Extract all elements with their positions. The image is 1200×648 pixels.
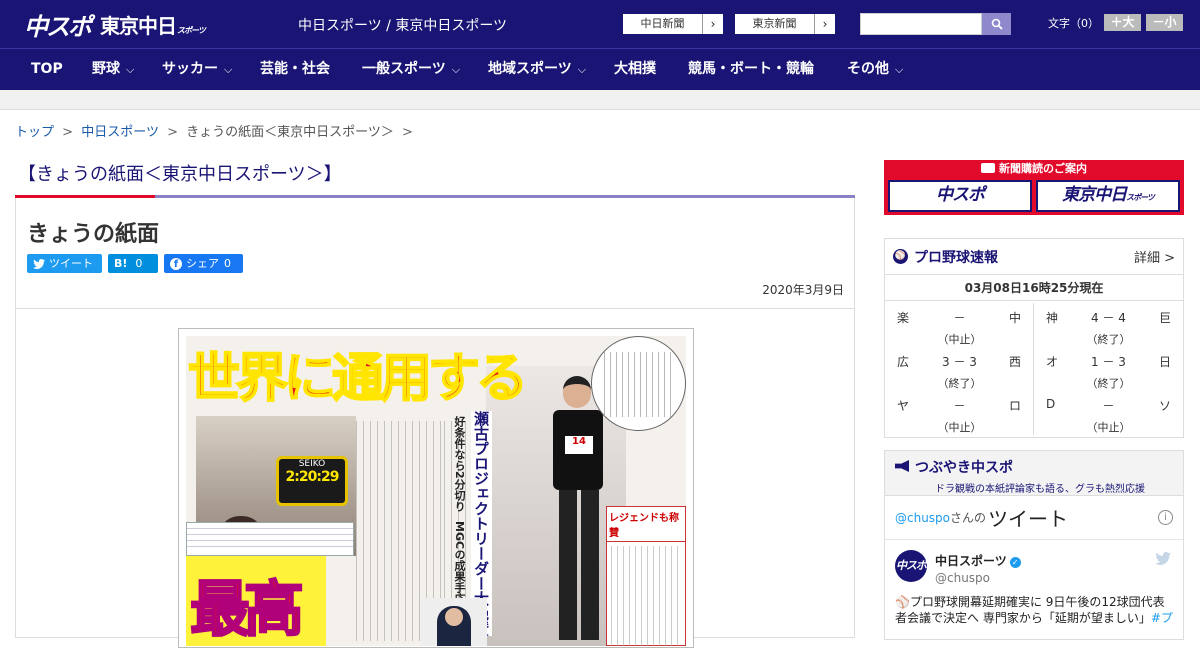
race-clock: SEIKO 2:20:29 xyxy=(276,456,348,506)
megaphone-icon xyxy=(895,460,909,472)
quote-circle xyxy=(591,336,686,431)
avatar[interactable]: 中スポ xyxy=(895,550,927,582)
font-size-label: 文字（0） xyxy=(1048,16,1099,30)
twitter-bird-icon xyxy=(1155,552,1171,569)
hatena-icon: B! xyxy=(114,257,128,270)
twitter-handle-link[interactable]: @chuspo xyxy=(895,511,950,525)
breadcrumb-top[interactable]: トップ xyxy=(15,125,54,140)
game-row[interactable]: 楽－中（中止） xyxy=(885,303,1033,347)
facebook-share-button[interactable]: f シェア 0 xyxy=(164,254,243,273)
tweet-body: ⚾プロ野球開幕延期確実に 9日午後の12球団代表者会議で決定へ 専門家から「延期… xyxy=(895,595,1173,625)
newspaper-headline: 世界に通用する xyxy=(187,348,529,410)
font-larger-button[interactable]: ＋大 xyxy=(1104,14,1141,31)
site-logo[interactable]: 中スポ 東京中日スポーツ xyxy=(24,7,206,42)
chevron-down-icon: ⌵ xyxy=(577,63,587,76)
game-row[interactable]: 神4 － 4 巨（終了） xyxy=(1034,303,1183,347)
tweet-button[interactable]: ツイート xyxy=(27,254,102,273)
chevron-down-icon: ⌵ xyxy=(895,63,904,76)
twitter-widget-header: つぶやき中スポ ドラ観戦の本紙評論家も語る、グラも熱烈応援 xyxy=(885,451,1183,496)
article: きょうの紙面 ツイート B! 0 f シェア 0 2020年3月9日 14 SE… xyxy=(15,198,855,648)
hashtag-link[interactable]: #プ xyxy=(1151,611,1173,625)
newspaper-page: 14 SEIKO 2:20:29 世界に通用する 最高 瀬古プロジェクトリーダー… xyxy=(186,336,686,646)
newspaper-icon xyxy=(981,163,995,173)
chevron-right-icon: › xyxy=(822,17,828,31)
ad-strip xyxy=(0,90,1200,110)
tokyo-shimbun-link[interactable]: 東京新聞 › xyxy=(734,13,836,35)
font-smaller-button[interactable]: －小 xyxy=(1146,14,1183,31)
nav-item-sumo[interactable]: 大相撲 xyxy=(614,49,656,90)
nav-item-entertainment[interactable]: 芸能・社会 xyxy=(260,49,330,90)
nav-item-general-sports[interactable]: 一般スポーツ ⌵ xyxy=(362,49,460,90)
site-title[interactable]: 中日スポーツ / 東京中日スポーツ xyxy=(298,15,507,35)
newspaper-headline-2: 最高 xyxy=(189,574,305,646)
twitter-bird-icon xyxy=(33,258,45,269)
nav-item-baseball[interactable]: 野球 ⌵ xyxy=(92,49,134,90)
newspaper-front-page-image[interactable]: 14 SEIKO 2:20:29 世界に通用する 最高 瀬古プロジェクトリーダー… xyxy=(178,328,694,648)
breadcrumb-current: きょうの紙面＜東京中日スポーツ＞ xyxy=(186,125,394,140)
page-heading: 【きょうの紙面＜東京中日スポーツ＞】 xyxy=(18,164,342,185)
breadcrumb: トップ > 中日スポーツ > きょうの紙面＜東京中日スポーツ＞ > xyxy=(15,125,413,140)
article-date: 2020年3月9日 xyxy=(762,283,844,297)
chevron-right-icon: › xyxy=(710,17,716,31)
nav-item-soccer[interactable]: サッカー ⌵ xyxy=(162,49,232,90)
breadcrumb-chunichi-sports[interactable]: 中日スポーツ xyxy=(81,125,159,140)
results-table xyxy=(186,522,354,556)
tokyo-chunichi-logo[interactable]: 東京中日スポーツ xyxy=(100,10,206,39)
game-row[interactable]: ヤ－ロ（中止） xyxy=(885,391,1033,435)
nav-item-top[interactable]: TOP xyxy=(31,49,63,90)
game-row[interactable]: 広3 － 3 西（終了） xyxy=(885,347,1033,391)
nav-item-racing[interactable]: 競馬・ボート・競輪 xyxy=(688,49,814,90)
twitter-widget-subtitle: ドラ観戦の本紙評論家も語る、グラも熱烈応援 xyxy=(935,484,1145,495)
baseball-scores-title: プロ野球速報 xyxy=(914,249,998,266)
baseball-details-link[interactable]: 詳細 > xyxy=(1134,247,1175,266)
chunichi-shimbun-link[interactable]: 中日新聞 › xyxy=(622,13,724,35)
verified-icon: ✓ xyxy=(1009,557,1021,568)
legend-sidebar: レジェンドも称賛 xyxy=(606,506,686,646)
facebook-icon: f xyxy=(170,257,182,270)
nav-item-local-sports[interactable]: 地域スポーツ ⌵ xyxy=(488,49,586,90)
tweet-author-name[interactable]: 中日スポーツ ✓ xyxy=(935,552,1021,569)
baseball-update-time: 03月08日16時25分現在 xyxy=(885,275,1183,301)
game-row[interactable]: D －ソ（中止） xyxy=(1034,391,1183,435)
baseball-scores-header: ⚾ プロ野球速報 詳細 > xyxy=(885,239,1183,275)
subscription-banner[interactable]: 新聞購読のご案内 中スポ 東京中日スポーツ xyxy=(884,160,1184,215)
baseball-scores-widget: ⚾ プロ野球速報 詳細 > 03月08日16時25分現在 楽－中（中止） 広3 … xyxy=(884,238,1184,438)
search-button[interactable] xyxy=(982,13,1011,35)
game-list: 楽－中（中止） 広3 － 3 西（終了） ヤ－ロ（中止） 神4 － 4 巨（終了） … xyxy=(885,303,1183,435)
chuspo-logo[interactable]: 中スポ xyxy=(24,7,92,42)
font-size-control: 文字（0） ＋大 －小 xyxy=(1048,14,1183,31)
search-icon xyxy=(991,18,1003,30)
nav-item-other[interactable]: その他 ⌵ xyxy=(847,49,903,90)
top-header: 中スポ 東京中日スポーツ 中日スポーツ / 東京中日スポーツ 中日新聞 › 東京… xyxy=(0,0,1200,48)
subscribe-tokyo-chunichi-logo[interactable]: 東京中日スポーツ xyxy=(1036,180,1180,212)
article-divider xyxy=(16,308,854,309)
chevron-down-icon: ⌵ xyxy=(126,63,135,76)
tweets-header: @chuspo さんの ツイート i xyxy=(885,496,1183,540)
subscription-label: 新聞購読のご案内 xyxy=(884,160,1184,178)
search-form xyxy=(860,13,1011,35)
tweet[interactable]: 中スポ 中日スポーツ ✓ @chuspo ⚾プロ野球開幕延期確実に 9日午後の12… xyxy=(885,540,1183,625)
hatena-bookmark-button[interactable]: B! 0 xyxy=(108,254,158,273)
tweet-author-handle[interactable]: @chuspo xyxy=(935,571,990,585)
official-photo xyxy=(421,598,487,646)
newspaper-subheadline-2: 好条件なら2分切り xyxy=(453,416,466,512)
article-title: きょうの紙面 xyxy=(27,222,160,247)
search-input[interactable] xyxy=(860,13,982,35)
main-nav: TOP 野球 ⌵ サッカー ⌵ 芸能・社会 一般スポーツ ⌵ 地域スポーツ ⌵ 大相撲 … xyxy=(0,48,1200,90)
info-icon[interactable]: i xyxy=(1158,510,1173,525)
twitter-widget: つぶやき中スポ ドラ観戦の本紙評論家も語る、グラも熱烈応援 @chuspo さん… xyxy=(884,450,1184,640)
baseball-icon: ⚾ xyxy=(893,249,908,264)
twitter-widget-title: つぶやき中スポ xyxy=(915,460,1013,476)
chevron-down-icon: ⌵ xyxy=(224,63,233,76)
subscribe-chuspo-logo[interactable]: 中スポ xyxy=(888,180,1032,212)
runner-figure: 14 xyxy=(541,376,611,646)
chevron-down-icon: ⌵ xyxy=(451,63,461,76)
game-row[interactable]: オ1 － 3 日（終了） xyxy=(1034,347,1183,391)
